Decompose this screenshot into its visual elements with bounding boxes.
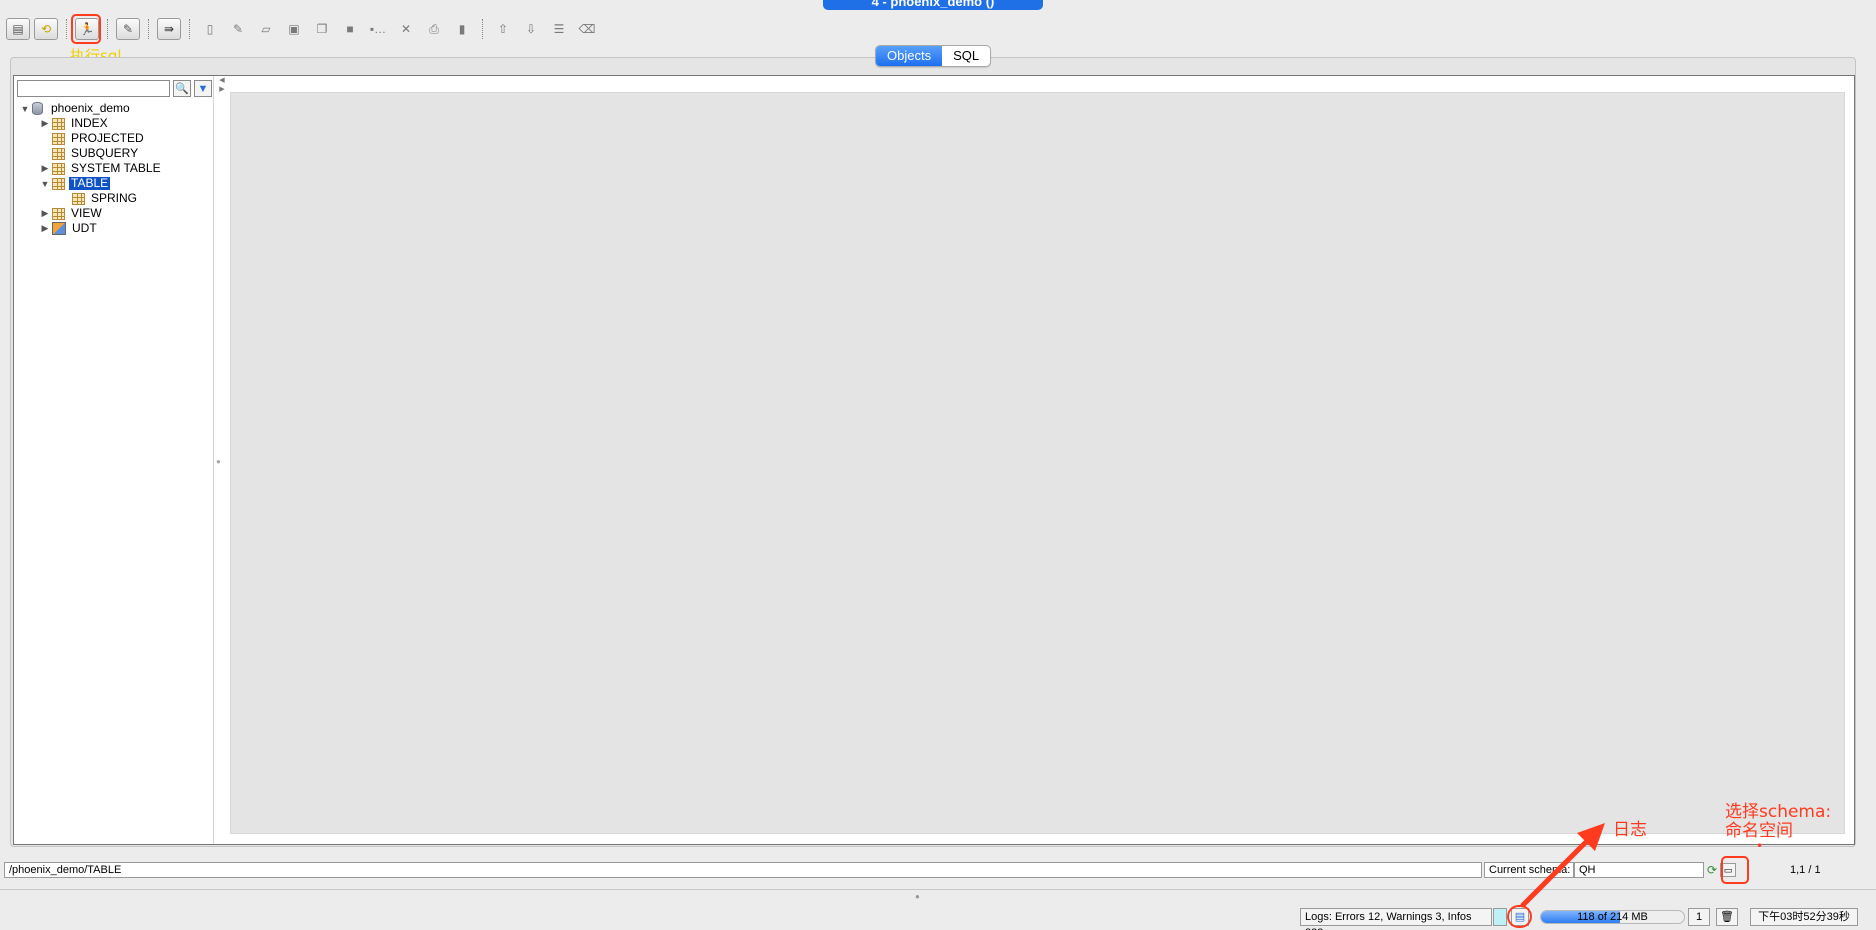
window-title: 4 - phoenix_demo () (871, 0, 995, 9)
new-icon[interactable]: ▯ (198, 18, 222, 40)
tree-root[interactable]: ▼ phoenix_demo (18, 101, 163, 116)
tree-item-spring[interactable]: SPRING (18, 191, 163, 206)
object-tree-pane: 🔍 ▼ ▼ phoenix_demo ▶ INDEX PROJECTED SUB… (14, 76, 214, 844)
table-folder-icon (52, 207, 65, 220)
tree-item-system-table[interactable]: ▶ SYSTEM TABLE (18, 161, 163, 176)
schema-annotation-dot: • (1756, 839, 1764, 853)
more-icon[interactable]: ▪… (366, 18, 390, 40)
splitter-handle[interactable]: ● (216, 457, 224, 466)
open-icon[interactable]: ▱ (254, 18, 278, 40)
cursor-position: 1,1 / 1 (1790, 864, 1821, 876)
objects-view: 🔍 ▼ ▼ phoenix_demo ▶ INDEX PROJECTED SUB… (13, 75, 1855, 845)
toolbar-separator (482, 19, 483, 39)
move-up-icon[interactable]: ⇧ (491, 18, 515, 40)
duplicate-icon[interactable]: ❐ (310, 18, 334, 40)
tree-root-label: phoenix_demo (51, 101, 130, 115)
bookmark-icon[interactable]: ▮ (450, 18, 474, 40)
print-icon[interactable]: ⎙ (422, 18, 446, 40)
tree-item-udt[interactable]: ▶ UDT (18, 221, 163, 236)
tree-item-view[interactable]: ▶ VIEW (18, 206, 163, 221)
main-toolbar: ▤ ⟲ 🏃 ✎ ⇛ ▯ ✎ ▱ ▣ ❐ ■ ▪… ✕ ⎙ ▮ ⇧ ⇩ ☰ ⌫ (0, 14, 1876, 44)
tab-objects[interactable]: Objects (876, 46, 943, 66)
tree-item-label: VIEW (71, 206, 102, 220)
edit-icon[interactable]: ✎ (226, 18, 250, 40)
export-icon[interactable]: ⇛ (157, 18, 181, 40)
clock: 下午03时52分39秒 (1750, 908, 1858, 926)
search-icon[interactable]: 🔍 (173, 80, 191, 97)
tree-item-label: UDT (72, 221, 97, 235)
tree-item-label: SYSTEM TABLE (71, 161, 161, 175)
collapsed-triangle-icon[interactable]: ▶ (38, 163, 52, 174)
list-icon[interactable]: ☰ (547, 18, 571, 40)
garbage-collect-icon[interactable]: 🗑 (1716, 908, 1738, 926)
toolbar-separator (189, 19, 190, 39)
tree-item-label: TABLE (69, 176, 111, 190)
toolbar-separator (107, 19, 108, 39)
table-folder-icon (52, 162, 65, 175)
table-folder-icon (52, 132, 65, 145)
save-icon[interactable]: ■ (338, 18, 362, 40)
tree-item-subquery[interactable]: SUBQUERY (18, 146, 163, 161)
filter-icon[interactable]: ▼ (194, 80, 212, 97)
collapsed-triangle-icon[interactable]: ▶ (38, 208, 52, 219)
run-sql-annotation-box (71, 14, 101, 44)
table-folder-icon (52, 177, 65, 190)
toolbar-separator (148, 19, 149, 39)
toolbar-separator (66, 19, 67, 39)
tree-item-label: SUBQUERY (71, 146, 139, 160)
tree-item-table[interactable]: ▼ TABLE (18, 176, 163, 191)
refresh-icon[interactable]: ⟲ (34, 18, 58, 40)
copy-icon[interactable]: ▣ (282, 18, 306, 40)
refresh-schema-icon[interactable]: ⟳ (1704, 863, 1720, 877)
expanded-triangle-icon[interactable]: ▼ (18, 104, 32, 114)
collapsed-triangle-icon[interactable]: ▶ (38, 223, 52, 234)
collapsed-triangle-icon[interactable]: ▶ (38, 118, 52, 129)
session-count: 1 (1688, 908, 1710, 926)
logs-summary[interactable]: Logs: Errors 12, Warnings 3, Infos 223 (1300, 908, 1492, 930)
database-icon (32, 102, 43, 115)
tree-search-row: 🔍 ▼ (17, 80, 212, 97)
table-folder-icon (52, 117, 65, 130)
log-color-indicator (1493, 908, 1507, 926)
clear-icon[interactable]: ⌫ (575, 18, 599, 40)
commit-icon[interactable]: ✎ (116, 18, 140, 40)
window-title-tab: 4 - phoenix_demo () (823, 0, 1043, 10)
udt-icon (52, 222, 66, 235)
logs-annotation: 日志 (1613, 820, 1647, 840)
connect-icon[interactable]: ▤ (6, 18, 30, 40)
object-details-pane (230, 92, 1845, 834)
tree-item-label: INDEX (71, 116, 108, 130)
table-icon (72, 192, 85, 205)
tree-item-label: PROJECTED (71, 131, 144, 145)
tree-item-index[interactable]: ▶ INDEX (18, 116, 163, 131)
schema-annotation-box (1721, 856, 1749, 884)
tree-item-label: SPRING (91, 191, 138, 205)
object-path: /phoenix_demo/TABLE (4, 862, 1482, 878)
tab-sql[interactable]: SQL (942, 46, 990, 66)
tree-search-input[interactable] (17, 80, 170, 97)
expanded-triangle-icon[interactable]: ▼ (38, 179, 52, 189)
tree-item-projected[interactable]: PROJECTED (18, 131, 163, 146)
move-down-icon[interactable]: ⇩ (519, 18, 543, 40)
table-folder-icon (52, 147, 65, 160)
splitter-handle[interactable]: ● (915, 892, 920, 901)
object-tree: ▼ phoenix_demo ▶ INDEX PROJECTED SUBQUER… (18, 101, 163, 236)
delete-icon[interactable]: ✕ (394, 18, 418, 40)
collapse-pane-icon[interactable]: ◀ ▶ (215, 76, 229, 94)
view-tabs: Objects SQL (875, 45, 992, 67)
schema-annotation-line1: 选择schema: (1725, 802, 1832, 822)
